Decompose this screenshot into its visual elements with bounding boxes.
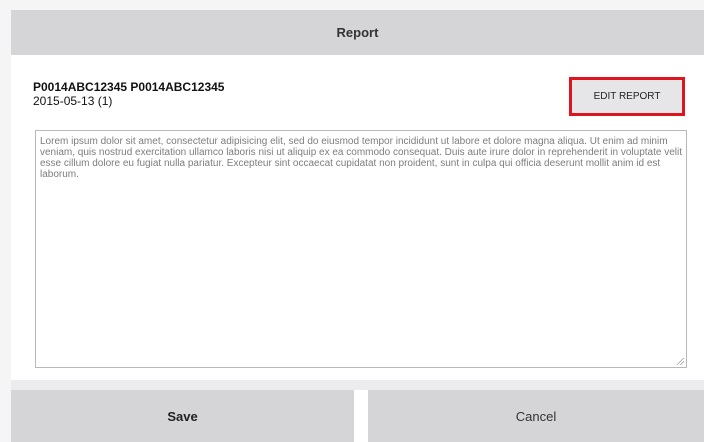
report-info: P0014ABC12345 P0014ABC12345 2015-05-13 (…: [33, 80, 224, 108]
save-button[interactable]: Save: [11, 390, 354, 442]
report-date: 2015-05-13 (1): [33, 94, 113, 108]
report-text: Lorem ipsum dolor sit amet, consectetur …: [40, 136, 683, 180]
dialog-title: Report: [336, 25, 379, 40]
report-text-area[interactable]: Lorem ipsum dolor sit amet, consectetur …: [35, 130, 687, 368]
cancel-button[interactable]: Cancel: [368, 390, 704, 442]
dialog-header: Report: [11, 10, 704, 55]
report-id: P0014ABC12345 P0014ABC12345: [33, 80, 225, 94]
edit-report-button[interactable]: EDIT REPORT: [569, 77, 685, 116]
resize-grip-icon[interactable]: [677, 358, 684, 365]
app-root: Report P0014ABC12345 P0014ABC12345 2015-…: [0, 0, 704, 442]
footer-divider: [11, 380, 704, 390]
report-dialog: Report P0014ABC12345 P0014ABC12345 2015-…: [11, 10, 704, 442]
